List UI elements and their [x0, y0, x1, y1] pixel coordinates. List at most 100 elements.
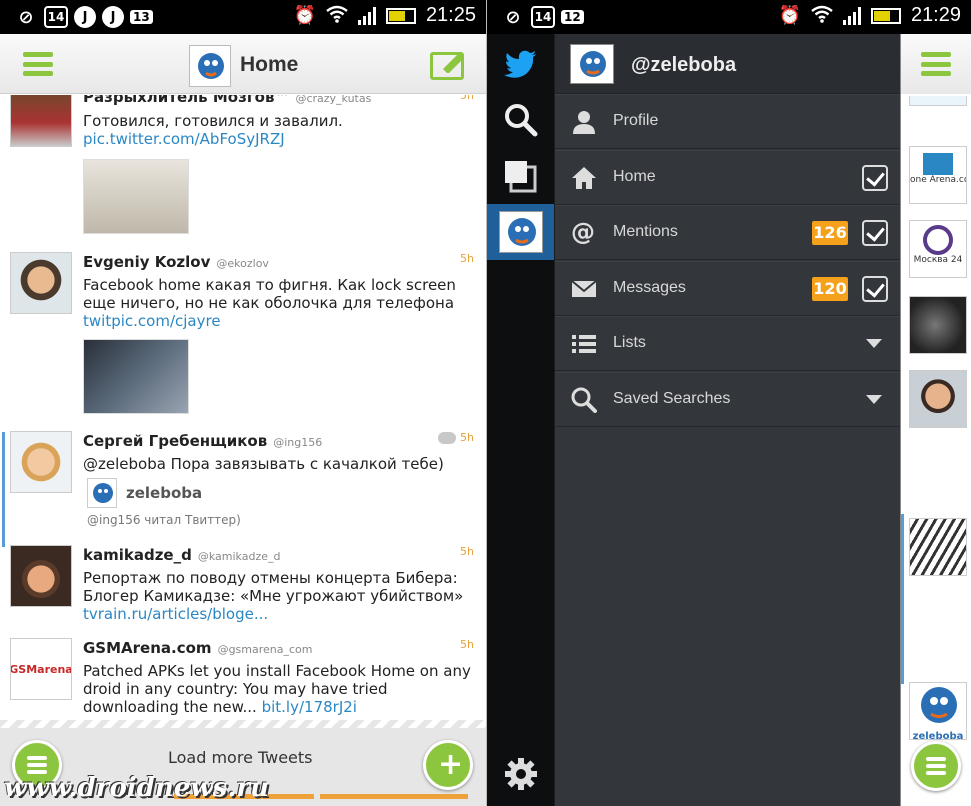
wifi-icon: [811, 5, 833, 27]
cell-signal-icon: [842, 6, 861, 25]
avatar[interactable]: [570, 44, 614, 84]
tweet-author: Evgeniy Kozlov: [83, 253, 211, 271]
tweet-time: 5h: [460, 95, 474, 102]
avatar[interactable]: [10, 431, 72, 493]
calendar-icon: 14: [44, 6, 68, 28]
avatar[interactable]: zeleboba: [909, 682, 967, 740]
calendar-icon: 14: [531, 6, 555, 28]
add-button[interactable]: +: [423, 740, 473, 790]
drawer-header[interactable]: @zeleboba: [555, 34, 900, 94]
avatar[interactable]: [909, 518, 967, 576]
side-rail: [487, 34, 554, 806]
app-header: [901, 34, 971, 94]
load-more-button[interactable]: Load more Tweets: [168, 748, 313, 767]
menu-icon: [27, 756, 47, 774]
tweet-text: Готовился, готовился и завалил.: [83, 112, 343, 130]
tweet-handle: @kamikadze_d: [197, 550, 281, 563]
timeline-peek[interactable]: one Arena.co Москва 24 zeleboba: [900, 34, 971, 806]
search-icon[interactable]: [487, 92, 554, 148]
menu-icon[interactable]: [921, 52, 951, 76]
avatar[interactable]: [10, 95, 72, 147]
comment-icon: [438, 432, 456, 444]
unread-badge: 126: [812, 221, 848, 245]
tweet-link[interactable]: pic.twitter.com/AbFoSyJRZJ: [83, 130, 285, 148]
selection-indicator: [901, 514, 904, 684]
avatar[interactable]: [189, 45, 231, 87]
watermark: www.droidnews.ru: [4, 773, 269, 803]
app-header: Home: [0, 34, 486, 94]
notification-count: 13: [130, 10, 153, 24]
one-arena-logo: one Arena.co: [910, 175, 967, 185]
account-avatar-tab[interactable]: [487, 204, 554, 260]
avatar[interactable]: [909, 370, 967, 428]
alarm-icon: ⏰: [293, 5, 316, 26]
media-thumbnail[interactable]: [83, 339, 189, 414]
status-bar: ⊘ 14 J J 13 ⏰ 21:25: [0, 0, 486, 34]
avatar[interactable]: Москва 24: [909, 220, 967, 278]
tweet-time: 5h: [460, 638, 474, 651]
checkbox[interactable]: [862, 276, 888, 302]
media-thumbnail[interactable]: [83, 159, 189, 234]
reply-note: @ing156 читал Твиттер): [87, 513, 241, 527]
status-bar: ⊘ 14 12 ⏰ 21:29: [487, 0, 971, 34]
menu-item-label: Profile: [613, 112, 659, 129]
left-screen: ⊘ 14 J J 13 ⏰ 21:25 Home Разрыхлитель Мо…: [0, 0, 486, 806]
clock: 21:25: [425, 4, 476, 26]
tweet-author: GSMArena.com: [83, 639, 212, 657]
notification-count: 12: [561, 10, 584, 24]
avatar[interactable]: GSMarena: [10, 638, 72, 700]
list-icon: [572, 335, 596, 353]
accounts-icon[interactable]: [487, 148, 554, 204]
settings-gear-icon[interactable]: [487, 746, 554, 802]
menu-item-lists[interactable]: Lists: [555, 316, 900, 371]
battery-icon: [870, 7, 901, 24]
avatar[interactable]: [10, 252, 72, 314]
unread-badge: 120: [812, 277, 848, 301]
tweet-text: @zeleboba Пора завязывать с качалкой теб…: [83, 455, 444, 473]
clock: 21:29: [910, 4, 961, 26]
avatar[interactable]: one Arena.co: [909, 146, 967, 204]
menu-item-messages[interactable]: Messages 120: [555, 261, 900, 316]
menu-icon: [926, 757, 946, 775]
tweet-link[interactable]: bit.ly/178rJ2i: [262, 698, 357, 716]
navigation-drawer: @zeleboba Profile Home @ Mentions 126 Me…: [555, 34, 900, 806]
cell-signal-icon: [357, 6, 376, 25]
menu-icon[interactable]: [23, 52, 53, 76]
tweet-text: Репортаж по поводу отмены концерта Бибер…: [83, 569, 464, 605]
menu-item-mentions[interactable]: @ Mentions 126: [555, 205, 900, 260]
menu-item-profile[interactable]: Profile: [555, 94, 900, 149]
chevron-down-icon[interactable]: [866, 395, 882, 404]
menu-item-home[interactable]: Home: [555, 150, 900, 205]
checkbox[interactable]: [862, 165, 888, 191]
checkbox[interactable]: [862, 220, 888, 246]
j-app-icon: J: [102, 6, 124, 28]
search-icon: [571, 387, 597, 413]
battery-icon: [385, 7, 416, 24]
quoted-user[interactable]: zeleboba: [126, 484, 202, 502]
signal-crossed-icon: ⊘: [18, 6, 34, 28]
menu-round-button[interactable]: [911, 741, 961, 791]
avatar[interactable]: [10, 545, 72, 607]
tweet-handle: @ing156: [273, 436, 323, 449]
twitter-bird-icon[interactable]: [487, 36, 554, 92]
tweet-link[interactable]: twitpic.com/cjayre: [83, 312, 221, 330]
chevron-down-icon[interactable]: [866, 339, 882, 348]
at-icon: @: [571, 218, 595, 246]
menu-item-label: Messages: [613, 279, 686, 296]
avatar[interactable]: [909, 96, 967, 106]
moskva-24-logo: Москва 24: [913, 255, 963, 265]
alarm-icon: ⏰: [778, 5, 801, 26]
avatar[interactable]: [87, 478, 117, 508]
page-title: Home: [240, 53, 299, 76]
avatar[interactable]: [909, 296, 967, 354]
timeline[interactable]: Разрыхлитель Мозгов™ @crazy_kutas 5h Гото…: [0, 95, 486, 729]
person-icon: [573, 111, 595, 134]
progress-bar: [320, 794, 468, 799]
right-screen: ⊘ 14 12 ⏰ 21:29 @zeleboba Profile Home @…: [487, 0, 971, 806]
tweet-link[interactable]: tvrain.ru/articles/bloge...: [83, 605, 268, 623]
compose-icon[interactable]: [430, 52, 464, 80]
zigzag-edge: [0, 720, 486, 730]
menu-item-saved-searches[interactable]: Saved Searches: [555, 372, 900, 427]
tweet-handle: @gsmarena_com: [217, 643, 313, 656]
envelope-icon: [571, 280, 597, 297]
